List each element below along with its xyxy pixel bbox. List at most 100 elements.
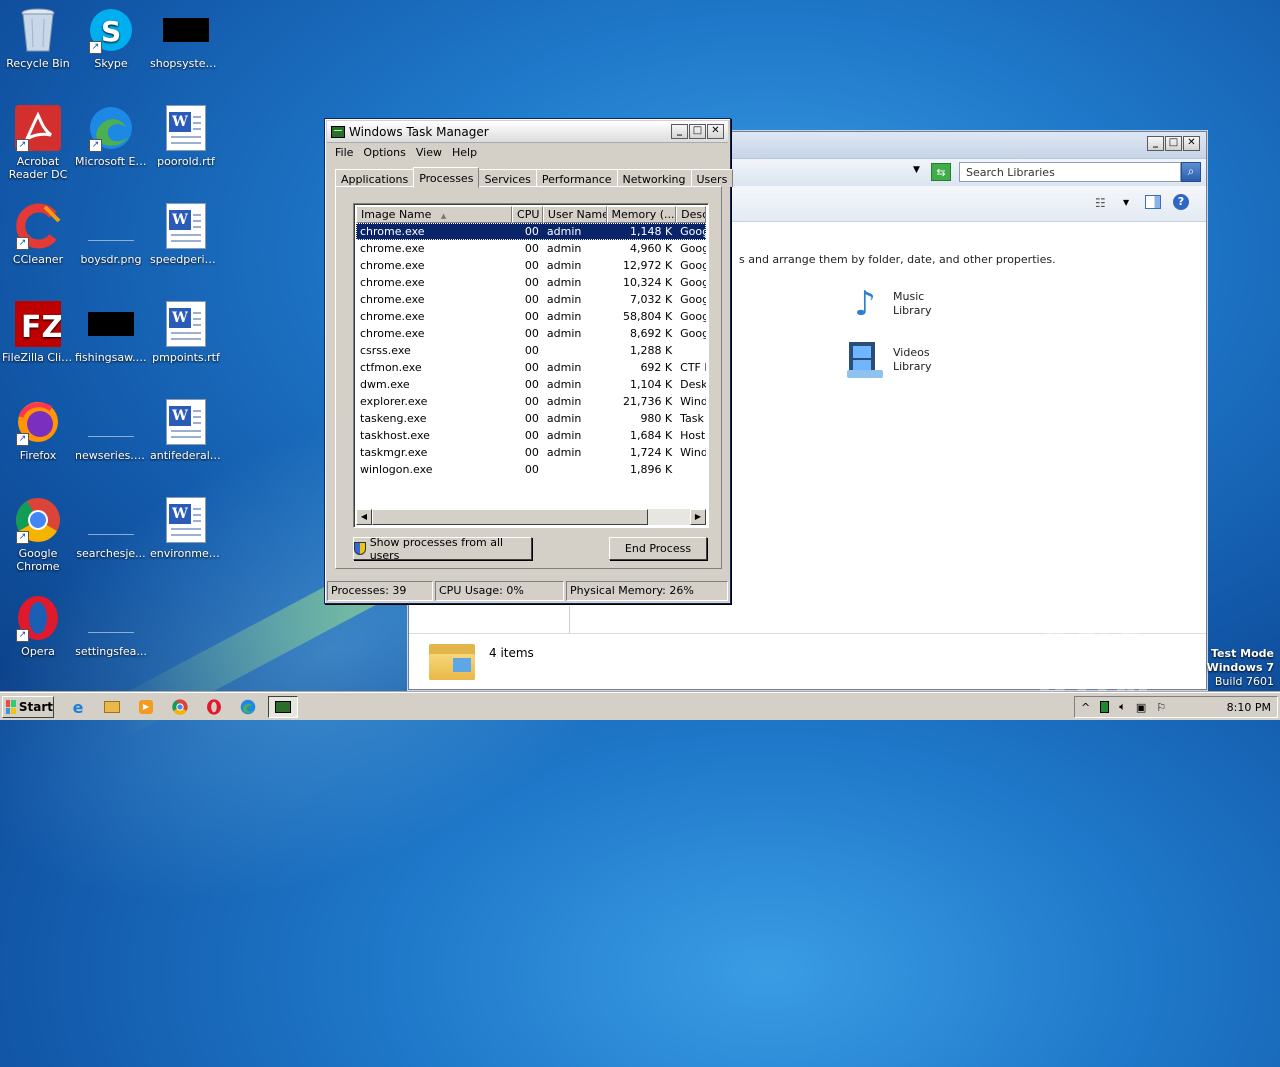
menu-help[interactable]: Help <box>448 146 481 159</box>
table-row[interactable]: chrome.exe 00 admin 10,324 K Goog <box>356 274 706 291</box>
table-row[interactable]: taskhost.exe 00 admin 1,684 K Host <box>356 427 706 444</box>
desktop-icon-newseries[interactable]: newseries.png <box>73 398 149 462</box>
pane-divider[interactable] <box>569 606 570 636</box>
task-manager-title-bar[interactable]: Windows Task Manager _ □ ✕ <box>327 121 728 143</box>
table-row[interactable]: taskeng.exe 00 admin 980 K Task <box>356 410 706 427</box>
refresh-icon[interactable]: ⇆ <box>931 163 951 181</box>
desktop-icon-filezilla[interactable]: FZ FileZilla Client <box>0 300 76 364</box>
table-row[interactable]: dwm.exe 00 admin 1,104 K Desk <box>356 376 706 393</box>
desktop-icon-edge[interactable]: ↗ Microsoft Edge <box>73 104 149 168</box>
close-button[interactable]: ✕ <box>707 124 724 139</box>
table-row[interactable]: chrome.exe 00 admin 12,972 K Goog <box>356 257 706 274</box>
column-memory[interactable]: Memory (... <box>606 206 677 223</box>
dropdown-arrow-icon[interactable]: ▼ <box>913 165 920 175</box>
cell-image-name: chrome.exe <box>360 327 425 340</box>
action-center-flag-icon[interactable]: ⚐ <box>1156 701 1166 714</box>
show-all-processes-button[interactable]: Show processes from all users <box>353 536 532 562</box>
desktop-icon-ccleaner[interactable]: ↗ CCleaner <box>0 202 76 266</box>
view-options-icon[interactable]: ☷ <box>1095 196 1106 210</box>
desktop-icon-chrome[interactable]: ↗ Google Chrome <box>0 496 76 573</box>
desktop-icon-settingsfea[interactable]: settingsfea... <box>73 594 149 658</box>
chevron-down-icon[interactable]: ▼ <box>1123 198 1129 207</box>
cell-memory: 1,896 K <box>629 463 673 476</box>
desktop-icon-firefox[interactable]: ↗ Firefox <box>0 398 76 462</box>
table-row[interactable]: chrome.exe 00 admin 7,032 K Goog <box>356 291 706 308</box>
horizontal-scrollbar[interactable]: ◀ ▶ <box>356 509 706 525</box>
help-icon[interactable]: ? <box>1173 194 1189 210</box>
tab-services[interactable]: Services <box>478 169 537 187</box>
table-row[interactable]: winlogon.exe 00 1,896 K <box>356 461 706 478</box>
desktop-icon-environmen[interactable]: W environmen... <box>148 496 224 560</box>
clock[interactable]: 8:10 PM <box>1227 701 1271 714</box>
desktop-icon-pmpoints[interactable]: W pmpoints.rtf <box>148 300 224 364</box>
task-manager-icon <box>331 125 345 138</box>
explorer-folder-icon[interactable] <box>100 696 124 718</box>
desktop-icon-shopsystem[interactable]: shopsystem... <box>148 6 224 70</box>
desktop-icon-recycle-bin[interactable]: Recycle Bin <box>0 6 76 70</box>
column-image-name[interactable]: Image Name ▲ <box>356 206 513 223</box>
tab-networking[interactable]: Networking <box>616 169 692 187</box>
tab-processes[interactable]: Processes <box>413 167 480 188</box>
edge-icon[interactable] <box>236 696 260 718</box>
shortcut-arrow-icon: ↗ <box>16 139 29 152</box>
desktop-icon-antifederal[interactable]: W antifederal.rtf <box>148 398 224 462</box>
minimize-button[interactable]: _ <box>671 124 688 139</box>
end-process-button[interactable]: End Process <box>609 537 707 560</box>
table-row[interactable]: chrome.exe 00 admin 4,960 K Goog <box>356 240 706 257</box>
table-row[interactable]: explorer.exe 00 admin 21,736 K Wind <box>356 393 706 410</box>
maximize-button[interactable]: □ <box>689 124 706 139</box>
process-list[interactable]: Image Name ▲ CPU User Name Memory (... D… <box>353 203 709 528</box>
desktop-icon-speedperiod[interactable]: W speedperiod... <box>148 202 224 266</box>
column-cpu[interactable]: CPU <box>512 206 543 223</box>
opera-icon[interactable] <box>202 696 226 718</box>
desktop-icon-fishingsaw[interactable]: fishingsaw.jpg <box>73 300 149 364</box>
network-icon[interactable]: ▣ <box>1136 701 1146 714</box>
scroll-right-icon[interactable]: ▶ <box>690 509 706 525</box>
start-button[interactable]: Start <box>2 696 54 718</box>
menu-bar: File Options View Help <box>325 143 730 162</box>
preview-pane-icon[interactable] <box>1145 195 1161 209</box>
scroll-left-icon[interactable]: ◀ <box>356 509 372 525</box>
tab-users[interactable]: Users <box>690 169 734 187</box>
library-music[interactable]: ♪ Music Library <box>843 282 931 326</box>
search-icon[interactable]: ⌕ <box>1181 162 1201 182</box>
desktop-icon-acrobat[interactable]: ↗ Acrobat Reader DC <box>0 104 76 181</box>
column-description[interactable]: Desc <box>676 206 707 223</box>
table-row[interactable]: chrome.exe 00 admin 58,804 K Goog <box>356 308 706 325</box>
word-doc-icon: W <box>162 104 210 152</box>
scroll-thumb[interactable] <box>372 509 648 525</box>
task-manager-taskbar-icon[interactable] <box>268 696 298 718</box>
desktop-icon-skype[interactable]: S ↗ Skype <box>73 6 149 70</box>
table-row[interactable]: chrome.exe 00 admin 1,148 K Goog <box>356 223 706 240</box>
close-button[interactable]: ✕ <box>1183 136 1200 151</box>
chevron-up-icon[interactable]: ^ <box>1081 701 1090 714</box>
menu-view[interactable]: View <box>412 146 446 159</box>
column-user-name[interactable]: User Name <box>542 206 607 223</box>
table-row[interactable]: csrss.exe 00 1,288 K <box>356 342 706 359</box>
maximize-button[interactable]: □ <box>1165 136 1182 151</box>
minimize-button[interactable]: _ <box>1147 136 1164 151</box>
table-row[interactable]: chrome.exe 00 admin 8,692 K Goog <box>356 325 706 342</box>
battery-icon[interactable] <box>1100 701 1110 713</box>
speaker-icon[interactable]: 🔈︎ <box>1119 700 1126 714</box>
table-row[interactable]: taskmgr.exe 00 admin 1,724 K Wind <box>356 444 706 461</box>
acrobat-icon: ↗ <box>14 104 62 152</box>
item-count: 4 items <box>489 646 534 660</box>
desktop-icon-boysdr[interactable]: boysdr.png <box>73 202 149 266</box>
ccleaner-icon: ↗ <box>14 202 62 250</box>
table-row[interactable]: ctfmon.exe 00 admin 692 K CTF I <box>356 359 706 376</box>
desktop-icon-poorold[interactable]: W poorold.rtf <box>148 104 224 168</box>
tab-performance[interactable]: Performance <box>535 169 618 187</box>
menu-options[interactable]: Options <box>359 146 409 159</box>
search-input[interactable]: Search Libraries <box>959 162 1181 182</box>
chrome-icon[interactable] <box>168 696 192 718</box>
library-videos[interactable]: Videos Library <box>843 338 931 382</box>
internet-explorer-icon[interactable]: e <box>66 696 90 718</box>
task-manager-window[interactable]: Windows Task Manager _ □ ✕ File Options … <box>324 118 734 604</box>
tab-applications[interactable]: Applications <box>335 169 415 187</box>
menu-file[interactable]: File <box>331 146 357 159</box>
desktop-icon-opera[interactable]: ↗ Opera <box>0 594 76 658</box>
cell-description: Host <box>680 429 706 442</box>
media-player-icon[interactable]: ▶ <box>134 696 158 718</box>
desktop-icon-searchesje[interactable]: searchesje... <box>73 496 149 560</box>
